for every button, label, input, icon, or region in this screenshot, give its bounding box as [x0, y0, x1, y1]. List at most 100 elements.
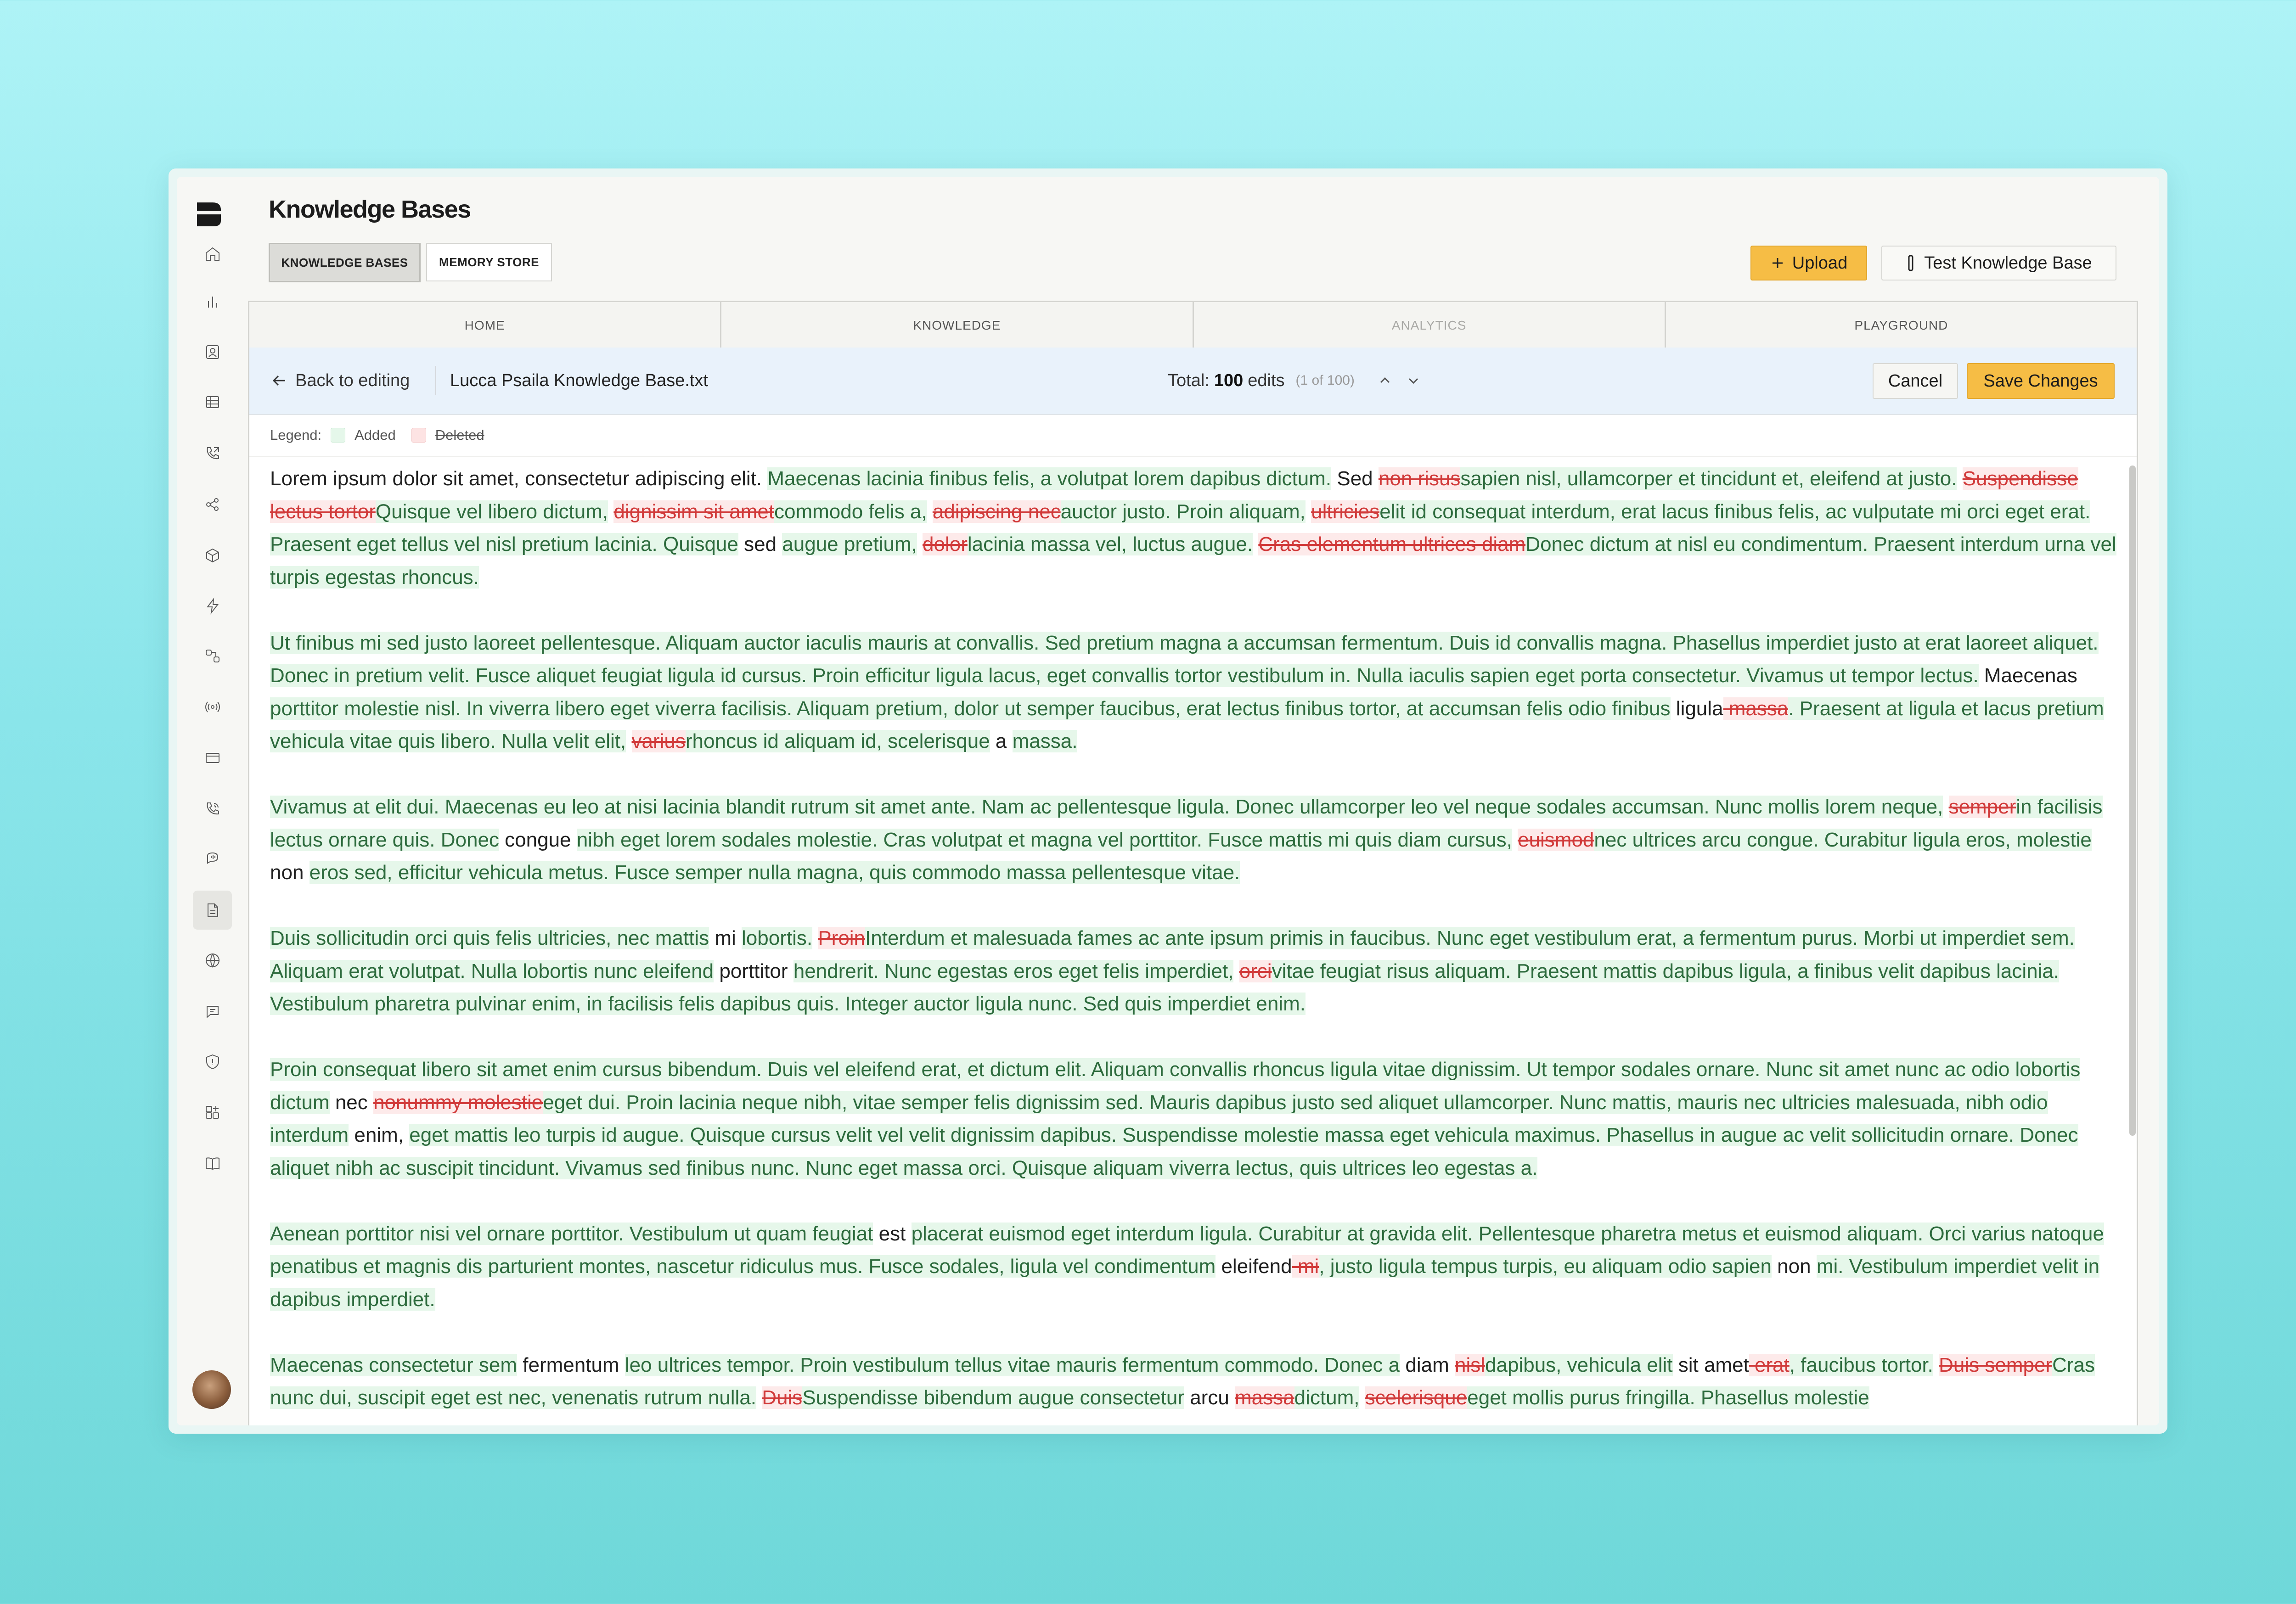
diff-paragraph: Lorem ipsum dolor sit amet, consectetur …	[270, 462, 2118, 594]
upload-button[interactable]: Upload	[1750, 246, 1867, 280]
diff-paragraph: Vivamus at elit dui. Maecenas eu leo at …	[270, 791, 2118, 889]
sidebar-document[interactable]	[193, 891, 232, 930]
tab-knowledge[interactable]: KNOWLEDGE	[721, 302, 1194, 349]
unchanged-text: diam	[1400, 1353, 1455, 1376]
deleted-text: semper	[1948, 796, 2016, 818]
sidebar-workflow[interactable]	[193, 636, 232, 675]
sidebar-broadcast[interactable]	[193, 687, 232, 726]
deleted-text: massa	[1235, 1386, 1294, 1409]
added-swatch	[331, 428, 346, 443]
added-text: sapien nisl, ullamcorper et tincidunt et…	[1460, 467, 1957, 490]
sidebar-shield[interactable]	[193, 1042, 232, 1081]
test-knowledge-base-button[interactable]: Test Knowledge Base	[1881, 246, 2116, 280]
back-label: Back to editing	[295, 370, 410, 390]
segment-memory-store[interactable]: MEMORY STORE	[426, 243, 552, 281]
diff-paragraph: Ut finibus mi sed justo laoreet pellente…	[270, 627, 2118, 758]
added-text: , faucibus tortor.	[1789, 1353, 1933, 1376]
legend: Legend: Added Deleted	[249, 414, 2137, 457]
segment-knowledge-bases[interactable]: KNOWLEDGE BASES	[269, 243, 421, 282]
legend-added: Added	[355, 427, 396, 443]
added-text: auctor justo. Proin aliquam,	[1060, 500, 1306, 523]
unchanged-text: ligula	[1670, 697, 1723, 720]
tab-home[interactable]: HOME	[249, 302, 722, 349]
unchanged-text	[1253, 533, 1258, 555]
message-icon	[206, 1005, 219, 1018]
sidebar-book[interactable]	[193, 1144, 232, 1183]
unchanged-text: enim,	[349, 1124, 410, 1146]
added-text: lacinia massa vel, luctus augue.	[967, 533, 1253, 555]
chevron-down-icon[interactable]	[1406, 373, 1421, 388]
deleted-text: scelerisque	[1365, 1386, 1468, 1409]
home-icon	[205, 247, 219, 261]
cancel-button[interactable]: Cancel	[1873, 363, 1958, 399]
unchanged-text: arcu	[1184, 1386, 1235, 1409]
deleted-text: dignissim sit amet	[613, 500, 775, 523]
sidebar-table[interactable]	[193, 382, 232, 421]
sidebar-bar-chart[interactable]	[193, 282, 232, 321]
back-to-editing-link[interactable]: Back to editing	[271, 366, 410, 395]
bolt-icon	[206, 597, 219, 615]
sidebar-card[interactable]	[193, 738, 232, 777]
sidebar-apps[interactable]	[193, 1093, 232, 1132]
unchanged-text: eleifend	[1216, 1255, 1292, 1278]
unchanged-text: sit amet	[1672, 1353, 1749, 1376]
added-text: Suspendisse bibendum augue consectetur	[802, 1386, 1184, 1409]
sidebar-package[interactable]	[193, 536, 232, 575]
main-area: Knowledge Bases KNOWLEDGE BASES MEMORY S…	[248, 177, 2159, 1425]
unchanged-text: est	[873, 1222, 912, 1245]
sidebar-globe[interactable]	[193, 941, 232, 980]
sidebar-share[interactable]	[193, 485, 232, 524]
deleted-text: nonummy molestie	[373, 1091, 543, 1114]
total-suffix: edits	[1248, 370, 1285, 390]
book-icon	[205, 1157, 219, 1170]
sidebar-bolt[interactable]	[193, 586, 232, 625]
logo-icon[interactable]	[195, 201, 223, 228]
deleted-text: erat	[1749, 1353, 1790, 1376]
toolbar-divider	[435, 366, 436, 395]
unchanged-text	[917, 533, 923, 555]
deleted-text: massa	[1723, 697, 1789, 720]
unchanged-text	[1943, 796, 1948, 818]
sidebar-home[interactable]	[193, 234, 232, 273]
sidebar-phone-forward[interactable]	[193, 434, 232, 473]
unchanged-text: Maecenas	[1978, 664, 2077, 687]
added-text: Vivamus at elit dui. Maecenas eu leo at …	[270, 796, 1943, 818]
scrollbar-thumb[interactable]	[2129, 465, 2136, 1136]
tab-playground[interactable]: PLAYGROUND	[1666, 302, 2137, 349]
deleted-text: Duis semper	[1939, 1353, 2053, 1376]
unchanged-text	[756, 1386, 762, 1409]
total-count: 100	[1214, 370, 1244, 390]
unchanged-text: mi	[709, 927, 742, 949]
unchanged-text: sed	[738, 533, 782, 555]
unchanged-text	[1233, 960, 1239, 982]
sidebar-contact[interactable]	[193, 332, 232, 371]
chevron-up-icon[interactable]	[1378, 373, 1392, 388]
added-text: eget mollis purus fringilla. Phasellus m…	[1467, 1386, 1869, 1409]
deleted-text: non risus	[1378, 467, 1461, 490]
deleted-text: euismod	[1518, 828, 1594, 851]
sidebar-message[interactable]	[193, 992, 232, 1031]
sidebar-phone[interactable]	[193, 789, 232, 828]
save-changes-button[interactable]: Save Changes	[1967, 363, 2115, 399]
deleted-swatch	[411, 428, 426, 443]
deleted-text: orci	[1239, 959, 1272, 982]
added-text: massa.	[1012, 730, 1078, 752]
added-text: augue pretium,	[782, 533, 917, 555]
diff-toolbar: Back to editing Lucca Psaila Knowledge B…	[249, 348, 2137, 415]
unchanged-text	[1957, 467, 1962, 490]
user-avatar[interactable]	[192, 1370, 231, 1409]
unchanged-text: non	[270, 861, 310, 884]
tab-analytics[interactable]: ANALYTICS	[1194, 302, 1666, 349]
apps-icon	[205, 1105, 219, 1119]
unchanged-text	[1512, 829, 1518, 851]
diff-content[interactable]: Lorem ipsum dolor sit amet, consectetur …	[270, 462, 2118, 1425]
deleted-text: adipiscing nec	[932, 500, 1061, 523]
phone-forward-icon	[207, 447, 219, 459]
sidebar-chat-voice[interactable]	[193, 839, 232, 878]
workflow-icon	[205, 649, 219, 662]
file-name: Lucca Psaila Knowledge Base.txt	[450, 370, 708, 390]
unchanged-text: Sed	[1331, 467, 1379, 490]
diff-paragraph: Duis sollicitudin orci quis felis ultric…	[270, 922, 2118, 1021]
chat-voice-icon	[207, 852, 218, 864]
plus-icon	[1772, 258, 1783, 268]
